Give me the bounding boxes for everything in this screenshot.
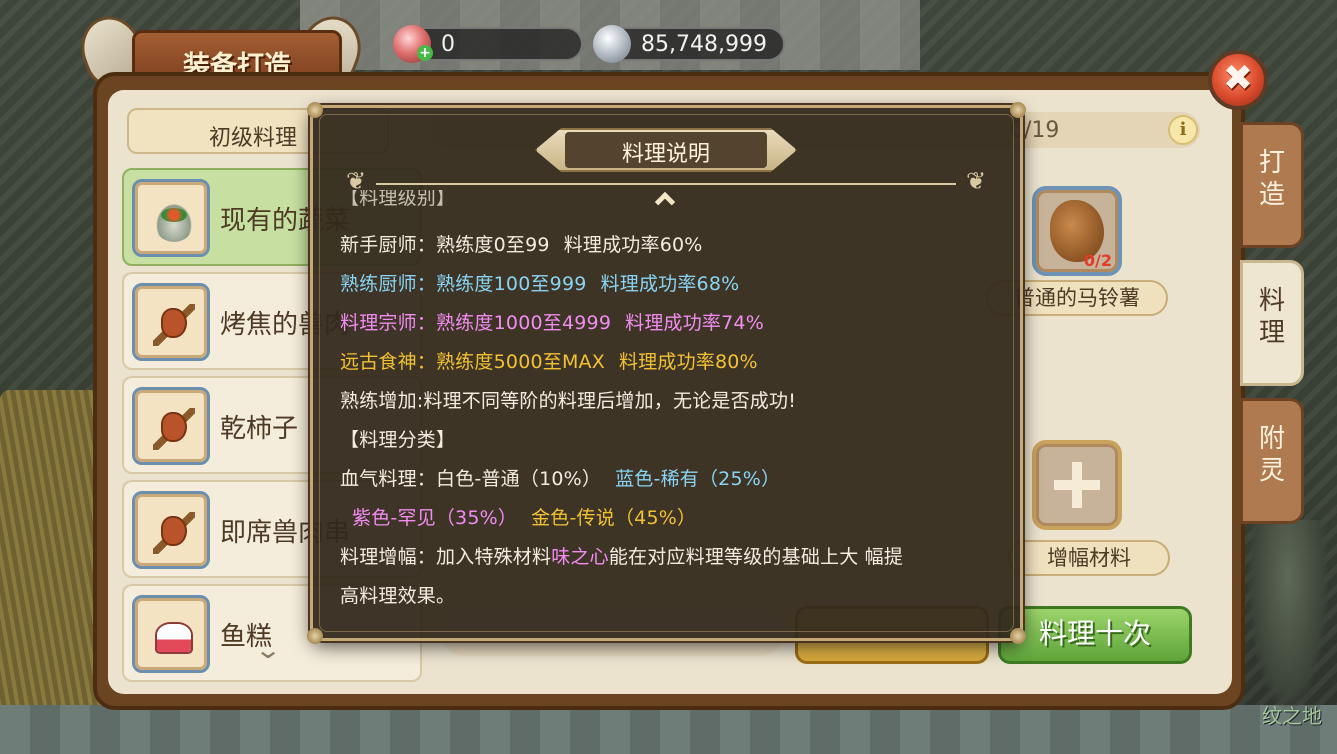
tab-label: 料理 [1258, 286, 1285, 348]
silver-amount: 85,748,999 [641, 32, 767, 57]
level-row-master: 料理宗师：熟练度1000至4999 料理成功率74% [340, 312, 764, 334]
recipe-icon-slot [132, 283, 210, 361]
level-row-skilled: 熟练厨师：熟练度100至999 料理成功率68% [340, 273, 740, 295]
boost-material-label: 增幅材料 [1008, 540, 1170, 576]
level-section-header: 【料理级别】 [340, 190, 456, 209]
category-section-header: 【料理分类】 [340, 429, 456, 451]
info-icon[interactable]: i [1168, 115, 1198, 145]
dialog-title: 料理说明 [621, 142, 710, 167]
skewer-icon [153, 408, 195, 450]
ingredient-count: 0/2 [1083, 251, 1112, 270]
boost-material-slot[interactable] [1032, 440, 1122, 530]
watermark-logo: 纹之地 [1262, 704, 1322, 728]
level-row-novice: 新手厨师：熟练度0至99 料理成功率60% [340, 234, 703, 256]
gem-amount: 0 [441, 32, 455, 57]
corner-ornament [307, 628, 323, 644]
silver-coin-icon [593, 25, 631, 63]
grade-row-2: 紫色-罕见（35%） 金色-传说（45%） [352, 507, 697, 529]
stone-path [0, 705, 1337, 754]
level-row-ancient: 远古食神：熟练度5000至MAX 料理成功率80% [340, 351, 758, 373]
fish-cake-icon [153, 616, 195, 658]
recipe-icon-slot [132, 387, 210, 465]
proficiency-note: 熟练增加:料理不同等阶的料理后增加，无论是否成功! [340, 390, 797, 412]
add-gem-icon[interactable]: + [417, 45, 433, 61]
corner-ornament [1010, 102, 1026, 118]
dialog-divider [376, 183, 956, 185]
tab-enchant[interactable]: 附灵 [1240, 398, 1304, 524]
boost-description-line2: 高料理效果。 [340, 585, 456, 607]
scroll-down-icon[interactable]: ⌄ [254, 636, 282, 664]
close-icon: ✖ [1222, 58, 1254, 99]
grade-row-1: 血气料理：白色-普通（10%） 蓝色-稀有（25%） [340, 468, 781, 490]
recipe-icon-slot [132, 179, 210, 257]
tab-label: 打造 [1258, 148, 1285, 210]
recipe-name: 乾柿子 [220, 414, 299, 444]
recipe-icon-slot [132, 595, 210, 673]
stone-statue [1248, 520, 1328, 710]
recipe-icon-slot [132, 491, 210, 569]
vegetable-bowl-icon [153, 200, 195, 242]
ingredient-slot[interactable]: 0/2 [1032, 186, 1122, 276]
tab-label: 附灵 [1258, 424, 1285, 486]
gem-currency[interactable]: + 0 [393, 25, 583, 63]
corner-ornament [307, 102, 323, 118]
silver-currency: 85,748,999 [593, 25, 785, 63]
cook-ten-times-button[interactable]: 料理十次 [998, 606, 1192, 664]
roasted-meat-icon [153, 304, 195, 346]
corner-ornament [1010, 628, 1026, 644]
add-icon [1054, 462, 1100, 508]
close-button[interactable]: ✖ [1208, 50, 1268, 110]
dialog-body[interactable]: 【料理级别】 新手厨师：熟练度0至99 料理成功率60% 熟练厨师：熟练度100至… [340, 190, 1000, 610]
boost-description: 料理增幅：加入特殊材料味之心能在对应料理等级的基础上大 幅提 [340, 546, 904, 568]
meat-skewer-icon [153, 512, 195, 554]
tab-forge[interactable]: 打造 [1240, 122, 1304, 248]
tab-cooking[interactable]: 料理 [1240, 260, 1304, 386]
